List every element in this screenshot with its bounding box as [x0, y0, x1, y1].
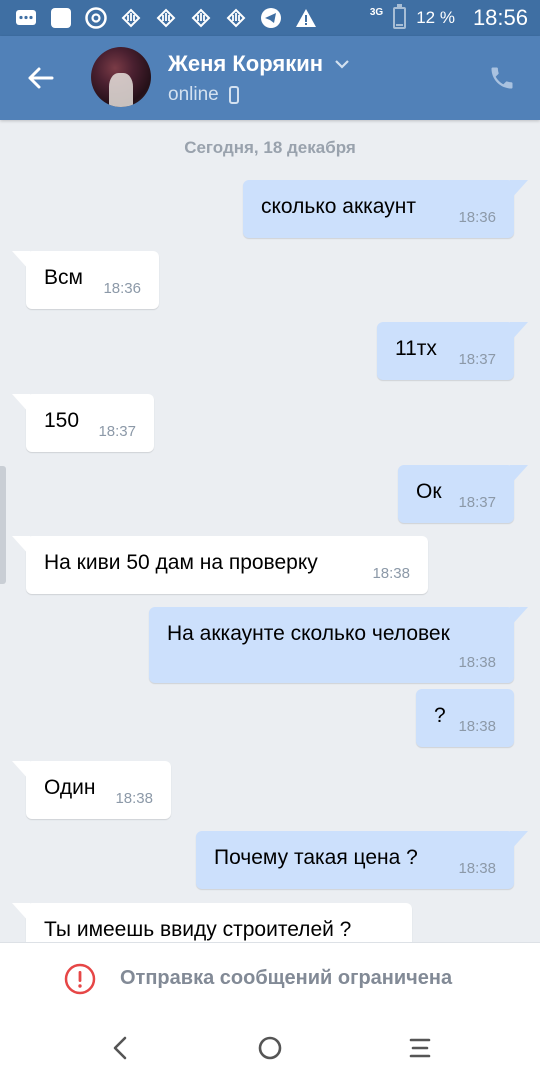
message-outgoing[interactable]: Почему такая цена ? 18:38 — [196, 831, 528, 889]
chrome-icon — [84, 6, 108, 30]
app-icon — [49, 6, 73, 30]
message-incoming[interactable]: 150 18:37 — [12, 394, 154, 452]
chat-header: Женя Корякин online — [0, 36, 540, 120]
messaging-restricted-bar: Отправка сообщений ограничена — [0, 942, 540, 1014]
presence-row: online — [168, 84, 239, 106]
message-text: На аккаунте сколько человек — [167, 622, 450, 645]
phone-icon — [491, 67, 513, 89]
battery-fill — [396, 23, 404, 26]
message-incoming[interactable]: Один 18:38 — [12, 761, 171, 819]
message-time: 18:36 — [103, 280, 141, 297]
message-text: 11тх — [395, 337, 437, 360]
contact-name: Женя Корякин — [168, 51, 324, 76]
message-text: Ты имеешь ввиду строителей ? — [44, 918, 352, 941]
scroll-handle[interactable] — [0, 466, 6, 584]
system-nav-bar — [0, 1014, 540, 1080]
message-time: 18:38 — [458, 718, 496, 735]
message-outgoing[interactable]: Ок 18:37 — [398, 465, 528, 523]
message-time: 18:38 — [458, 860, 496, 877]
restricted-message: Отправка сообщений ограничена — [120, 967, 453, 989]
hand-icon — [189, 6, 213, 30]
avatar[interactable] — [91, 47, 151, 107]
nav-menu-icon — [409, 1038, 431, 1058]
notification-icons — [14, 6, 318, 30]
back-button[interactable] — [20, 58, 60, 98]
presence-status: online — [168, 84, 219, 105]
message-time: 18:37 — [98, 423, 136, 440]
clock: 18:56 — [472, 5, 528, 30]
nav-home-button[interactable] — [254, 1032, 286, 1064]
mobile-icon — [228, 86, 239, 104]
hand-icon — [224, 6, 248, 30]
status-right: 3G 12 % 18:56 — [370, 0, 528, 36]
message-text: ? — [434, 704, 446, 727]
message-time: 18:38 — [458, 654, 496, 671]
message-text: Почему такая цена ? — [214, 846, 418, 869]
chevron-down-icon — [335, 60, 349, 69]
message-time: 18:38 — [115, 790, 153, 807]
nav-back-icon — [113, 1036, 127, 1060]
message-time: 18:37 — [458, 351, 496, 368]
nav-back-button[interactable] — [104, 1032, 136, 1064]
message-time: 18:37 — [458, 494, 496, 511]
message-outgoing[interactable]: 11тх 18:37 — [377, 322, 528, 380]
contact-title[interactable]: Женя Корякин — [168, 51, 349, 77]
message-text: Один — [44, 776, 96, 799]
message-text: 150 — [44, 409, 80, 432]
hand-icon — [119, 6, 143, 30]
message-time: 18:38 — [372, 565, 410, 582]
message-incoming[interactable]: На киви 50 дам на проверку 18:38 — [12, 536, 428, 594]
battery-icon — [393, 4, 407, 29]
arrow-back-icon — [28, 67, 54, 89]
status-bar: 3G 12 % 18:56 — [0, 0, 540, 36]
message-outgoing[interactable]: ? 18:38 — [416, 689, 514, 747]
call-button[interactable] — [484, 60, 520, 96]
battery-percent: 12 % — [416, 8, 455, 27]
message-text: На киви 50 дам на проверку — [44, 551, 318, 574]
message-outgoing[interactable]: На аккаунте сколько человек 18:38 — [149, 607, 528, 683]
message-outgoing[interactable]: сколько аккаунт 18:36 — [243, 180, 528, 238]
warning-icon — [294, 6, 318, 30]
message-text: Всм — [44, 266, 83, 289]
messages-icon — [14, 6, 38, 30]
nav-home-icon — [258, 1036, 282, 1060]
message-text: сколько аккаунт — [261, 195, 416, 218]
message-incoming[interactable]: Всм 18:36 — [12, 251, 159, 309]
network-indicator: 3G — [369, 7, 384, 18]
hand-icon — [154, 6, 178, 30]
nav-menu-button[interactable] — [404, 1032, 436, 1064]
message-text: Ок — [416, 480, 442, 503]
alert-circle-icon — [64, 963, 96, 994]
telegram-icon — [259, 6, 283, 30]
message-time: 18:36 — [458, 209, 496, 226]
date-separator: Сегодня, 18 декабря — [184, 138, 356, 157]
